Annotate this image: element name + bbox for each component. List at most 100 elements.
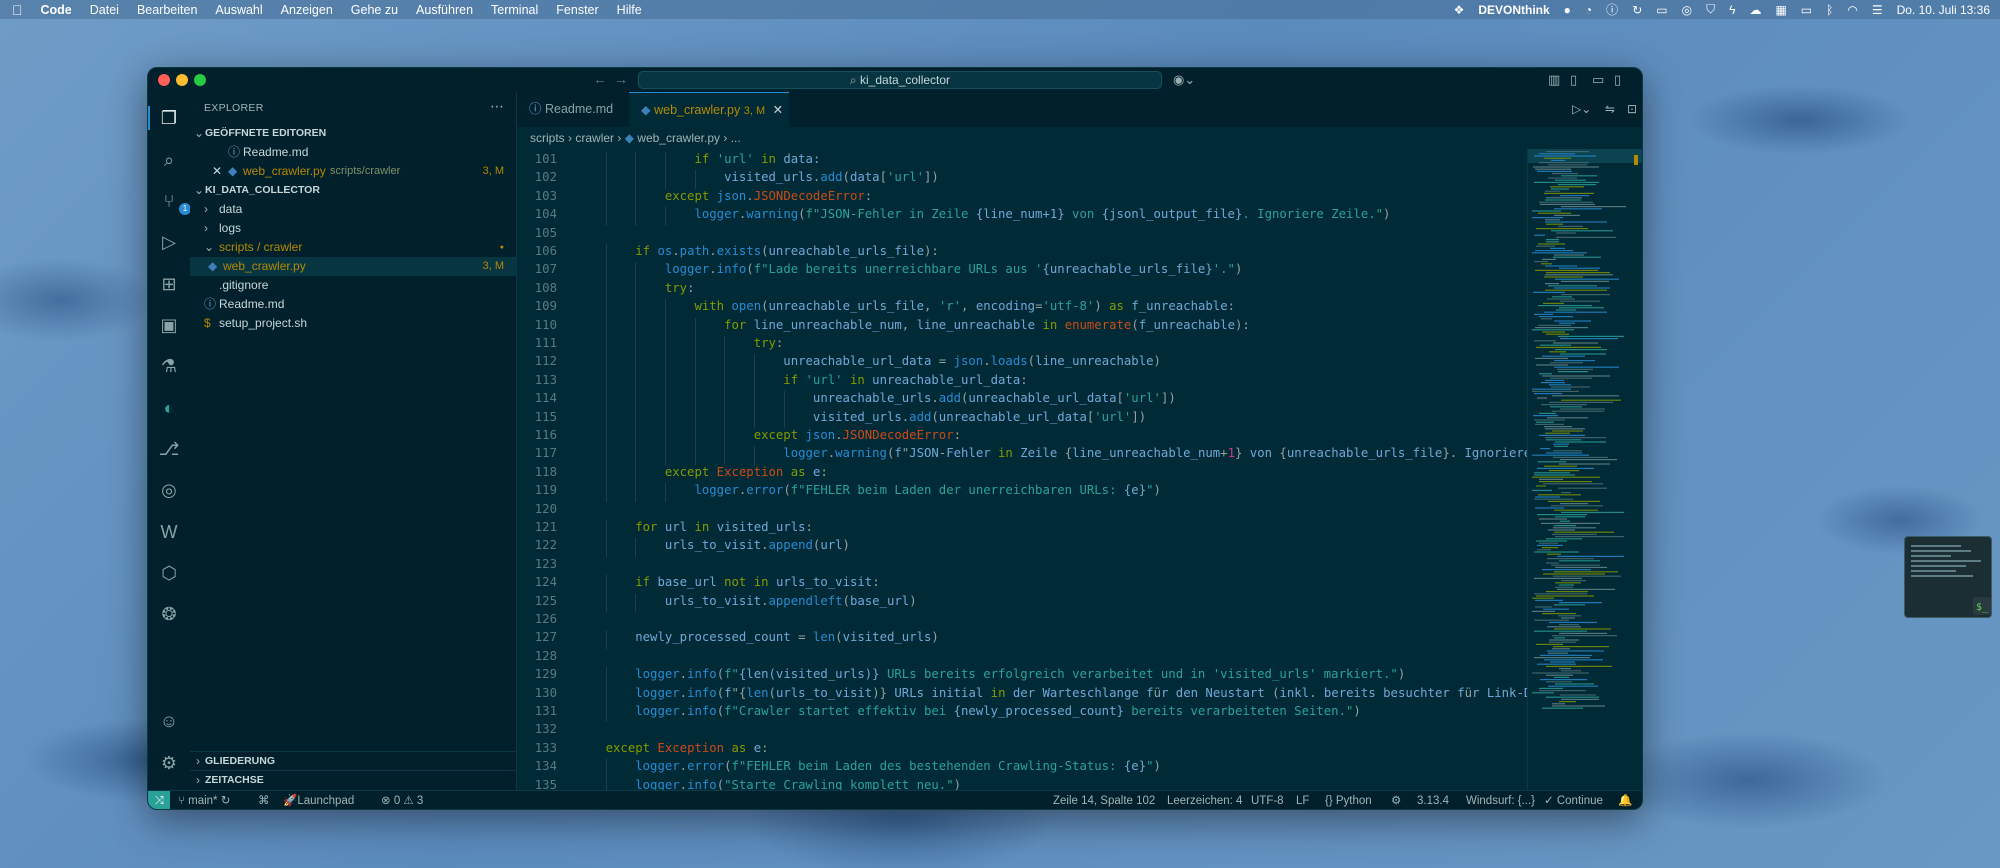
cursor-position[interactable]: Zeile 14, Spalte 102 xyxy=(1053,791,1155,809)
search-icon[interactable]: ⌕ xyxy=(157,148,181,172)
tree-item-web-crawler[interactable]: ◆ web_crawler.py 3, M xyxy=(190,257,516,276)
close-tab-icon[interactable]: ✕ xyxy=(773,103,783,117)
cloud-icon[interactable]: ☁ xyxy=(1749,3,1761,17)
code-line[interactable]: if os.path.exists(unreachable_urls_file)… xyxy=(576,244,939,258)
open-editors-header[interactable]: ⌄ GEÖFFNETE EDITOREN xyxy=(190,124,516,143)
minimap[interactable] xyxy=(1527,149,1642,790)
remote-indicator[interactable]: ⤨ xyxy=(148,791,170,809)
tab-web-crawler[interactable]: ◆ web_crawler.py 3, M ✕ xyxy=(629,92,789,127)
testing-icon[interactable]: ⚗ xyxy=(157,354,181,378)
menu-bearbeiten[interactable]: Bearbeiten xyxy=(137,3,197,17)
accounts-icon[interactable]: ☺ xyxy=(157,709,181,733)
menu-gehe-zu[interactable]: Gehe zu xyxy=(351,3,398,17)
toggle-secondary-sidebar-icon[interactable]: ▯ xyxy=(1614,72,1621,88)
code-line[interactable]: logger.info(f"Lade bereits unerreichbare… xyxy=(576,262,1243,276)
tree-item-scripts-crawler[interactable]: ⌄ scripts / crawler ● xyxy=(190,238,516,257)
info-icon[interactable]: ⓘ xyxy=(1606,1,1618,18)
code-line[interactable]: for url in visited_urls: xyxy=(576,520,813,534)
code-line[interactable]: visited_urls.add(data['url']) xyxy=(576,170,939,184)
more-actions-icon[interactable]: ⋯ xyxy=(490,98,504,115)
code-line[interactable]: visited_urls.add(unreachable_url_data['u… xyxy=(576,410,1146,424)
code-line[interactable]: logger.info(f"{len(visited_urls)} URLs b… xyxy=(576,667,1405,681)
windsurf-icon[interactable]: W xyxy=(157,520,181,544)
remote-explorer-icon[interactable]: ▣ xyxy=(157,313,181,337)
back-arrow-icon[interactable]: ← xyxy=(593,71,607,87)
battery-icon[interactable]: ▭ xyxy=(1801,3,1812,17)
tree-item-logs[interactable]: › logs xyxy=(190,219,516,238)
line-ending[interactable]: LF xyxy=(1296,791,1309,809)
open-editor-web-crawler[interactable]: ✕ ◆ web_crawler.py scripts/crawler 3, M xyxy=(190,162,516,181)
clock-label[interactable]: Do. 10. Juli 13:36 xyxy=(1897,3,1990,17)
tree-item-data[interactable]: › data xyxy=(190,200,516,219)
calendar-icon[interactable]: ▦ xyxy=(1775,3,1786,17)
breadcrumb-file[interactable]: web_crawler.py xyxy=(637,131,720,145)
menu-anzeigen[interactable]: Anzeigen xyxy=(281,3,333,17)
apple-icon[interactable]:  xyxy=(12,2,23,18)
containers-icon[interactable]: ⬡ xyxy=(157,561,181,585)
edge-icon[interactable]: ◐ xyxy=(157,396,181,420)
docker-debug-icon[interactable]: ◎ xyxy=(157,478,181,502)
breadcrumb-scripts[interactable]: scripts xyxy=(530,131,565,145)
gauge-icon[interactable]: ◔ xyxy=(1585,3,1592,17)
branch-indicator[interactable]: ⑂ main* ↻ xyxy=(178,791,230,809)
layout-icon[interactable]: ▥ xyxy=(1548,72,1560,88)
breadcrumb-crawler[interactable]: crawler xyxy=(575,131,614,145)
source-control-icon[interactable]: ⑂ 1 xyxy=(157,189,191,215)
bluetooth-icon[interactable]: ᛒ xyxy=(1826,3,1833,17)
copilot-icon[interactable]: ◉⌄ xyxy=(1173,72,1195,88)
python-env-icon[interactable]: ⚙ xyxy=(1391,791,1401,809)
code-line[interactable]: urls_to_visit.appendleft(base_url) xyxy=(576,594,917,608)
circle-icon[interactable]: ◎ xyxy=(1682,3,1692,17)
tab-readme[interactable]: ⓘ Readme.md xyxy=(517,92,629,127)
code-line[interactable]: logger.info("Starte Crawling komplett ne… xyxy=(576,778,961,790)
continue-status[interactable]: ✓ Continue xyxy=(1544,791,1603,809)
app-name[interactable]: Code xyxy=(41,3,72,17)
terminal-window-thumbnail[interactable]: $_ xyxy=(1904,536,1992,618)
code-line[interactable]: logger.warning(f"JSON-Fehler in Zeile {l… xyxy=(576,446,1527,460)
menu-terminal[interactable]: Terminal xyxy=(491,3,538,17)
code-line[interactable]: except Exception as e: xyxy=(576,741,769,755)
explorer-icon[interactable]: ❐ xyxy=(157,106,181,130)
run-debug-icon[interactable]: ▷ xyxy=(157,230,181,254)
git-graph-icon[interactable]: ⎇ xyxy=(157,437,181,461)
toggle-sidebar-icon[interactable]: ▯ xyxy=(1570,72,1577,88)
code-editor[interactable]: 101 if 'url' in data: 102 visited_urls.ad… xyxy=(517,149,1527,790)
notifications-bell-icon[interactable]: 🔔 xyxy=(1618,791,1632,809)
language-mode[interactable]: {} Python xyxy=(1325,791,1372,809)
code-line[interactable]: if 'url' in data: xyxy=(576,152,820,166)
code-line[interactable]: urls_to_visit.append(url) xyxy=(576,538,850,552)
python-version[interactable]: 3.13.4 xyxy=(1417,791,1449,809)
continue-icon[interactable]: ❂ xyxy=(157,602,181,626)
indentation[interactable]: Leerzeichen: 4 xyxy=(1167,791,1242,809)
code-line[interactable]: except Exception as e: xyxy=(576,465,828,479)
open-editor-readme[interactable]: ⓘ Readme.md xyxy=(190,143,516,162)
encoding[interactable]: UTF-8 xyxy=(1251,791,1284,809)
tree-item-setup[interactable]: $ setup_project.sh xyxy=(190,314,516,333)
menu-fenster[interactable]: Fenster xyxy=(556,3,598,17)
code-line[interactable]: except json.JSONDecodeError: xyxy=(576,189,872,203)
extensions-icon[interactable]: ⊞ xyxy=(157,272,181,296)
devonthink-label[interactable]: DEVONthink xyxy=(1478,3,1549,17)
code-line[interactable]: logger.info(f"Crawler startet effektiv b… xyxy=(576,704,1361,718)
wifi-icon[interactable]: ◠ xyxy=(1847,3,1857,17)
code-line[interactable]: logger.info(f"{len(urls_to_visit)} URLs … xyxy=(576,686,1527,700)
menu-hilfe[interactable]: Hilfe xyxy=(617,3,642,17)
menu-auswahl[interactable]: Auswahl xyxy=(215,3,262,17)
timeline-header[interactable]: › ZEITACHSE xyxy=(190,770,516,789)
control-center-icon[interactable]: ☰ xyxy=(1872,3,1883,17)
tree-item-readme[interactable]: ⓘ Readme.md xyxy=(190,295,516,314)
menu-ausfuehren[interactable]: Ausführen xyxy=(416,3,473,17)
code-line[interactable]: logger.warning(f"JSON-Fehler in Zeile {l… xyxy=(576,207,1390,221)
settings-gear-icon[interactable]: ⚙ xyxy=(157,751,181,775)
code-line[interactable]: if 'url' in unreachable_url_data: xyxy=(576,373,1027,387)
code-line[interactable]: unreachable_url_data = json.loads(line_u… xyxy=(576,354,1161,368)
windsurf-status[interactable]: Windsurf: {...} xyxy=(1466,791,1535,809)
code-line[interactable]: if base_url not in urls_to_visit: xyxy=(576,575,879,589)
minimize-window-button[interactable] xyxy=(176,74,188,86)
project-header[interactable]: ⌄ KI_DATA_COLLECTOR xyxy=(190,181,516,200)
code-line[interactable]: except json.JSONDecodeError: xyxy=(576,428,961,442)
code-line[interactable]: with open(unreachable_urls_file, 'r', en… xyxy=(576,299,1235,313)
git-changes-icon[interactable]: ⊡ xyxy=(1627,102,1637,116)
launchpad-item[interactable]: 🚀Launchpad xyxy=(283,791,354,809)
refresh-icon[interactable]: ↻ xyxy=(1632,3,1642,17)
